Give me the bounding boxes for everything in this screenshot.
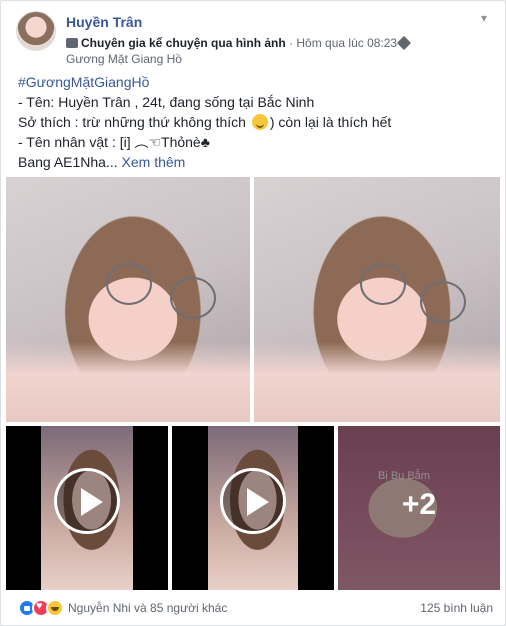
post-meta: Chuyên gia kể chuyện qua hình ảnh · Hôm … [66, 35, 475, 67]
post-line-4-text: Bang AE1Nha... [18, 154, 118, 170]
glasses-right-lens [420, 281, 466, 323]
reaction-summary[interactable]: Nguyễn Nhi và 85 người khác [68, 601, 227, 615]
group-name[interactable]: Gương Mặt Giang Hồ [66, 52, 182, 66]
more-count[interactable]: +2 [338, 488, 500, 522]
author-avatar[interactable] [16, 11, 56, 51]
smiley-emoji-icon [251, 114, 268, 130]
post-text: #GươngMặtGiangHồ - Tên: Huyền Trân , 24t… [18, 72, 493, 172]
video-2[interactable] [172, 426, 334, 590]
post-line-2-end: ) còn lại là thích hết [269, 114, 392, 130]
tag-icon [397, 35, 412, 51]
chevron-down-icon[interactable]: ▾ [477, 11, 491, 25]
photo-shoulder [254, 342, 500, 422]
post-header: Huyền Trân Chuyên gia kể chuyện qua hình… [16, 11, 495, 71]
photo-2[interactable] [254, 177, 500, 422]
author-badge[interactable]: Chuyên gia kể chuyện qua hình ảnh [81, 36, 286, 50]
hashtag-link[interactable]: #GươngMặtGiangHồ [18, 72, 493, 92]
post-line-2-start: Sở thích : trừ những thứ không thích [18, 114, 250, 130]
media-grid: Bị Bụ Bẫm +2 [6, 177, 500, 590]
post-time[interactable]: Hôm qua lúc 08:23 [296, 36, 397, 50]
photo-1[interactable] [6, 177, 250, 422]
glasses-right-lens [170, 277, 216, 319]
photo-shoulder [6, 342, 250, 422]
more-media-tile[interactable]: Bị Bụ Bẫm +2 [338, 426, 500, 590]
play-icon[interactable] [54, 468, 120, 534]
see-more-link[interactable]: Xem thêm [122, 154, 186, 170]
meta-separator: · [285, 36, 297, 50]
badge-icon [66, 38, 78, 48]
post-line-2: Sở thích : trừ những thứ không thích ) c… [18, 112, 493, 132]
comment-count[interactable]: 125 bình luận [420, 601, 493, 615]
post-card: Huyền Trân Chuyên gia kể chuyện qua hình… [0, 0, 506, 626]
glasses-left-lens [106, 263, 152, 305]
glasses-left-lens [360, 263, 406, 305]
post-line-3: - Tên nhân vật : [i] ︵☜Thỏnè♣ [18, 134, 210, 150]
play-icon[interactable] [220, 468, 286, 534]
post-line-1: - Tên: Huyền Trân , 24t, đang sống tại B… [18, 94, 315, 110]
haha-icon [46, 599, 64, 617]
video-1[interactable] [6, 426, 168, 590]
post-footer: Nguyễn Nhi và 85 người khác 125 bình luậ… [18, 597, 493, 619]
author-name[interactable]: Huyền Trân [66, 14, 142, 30]
post-line-4: Bang AE1Nha... Xem thêm [18, 152, 493, 172]
